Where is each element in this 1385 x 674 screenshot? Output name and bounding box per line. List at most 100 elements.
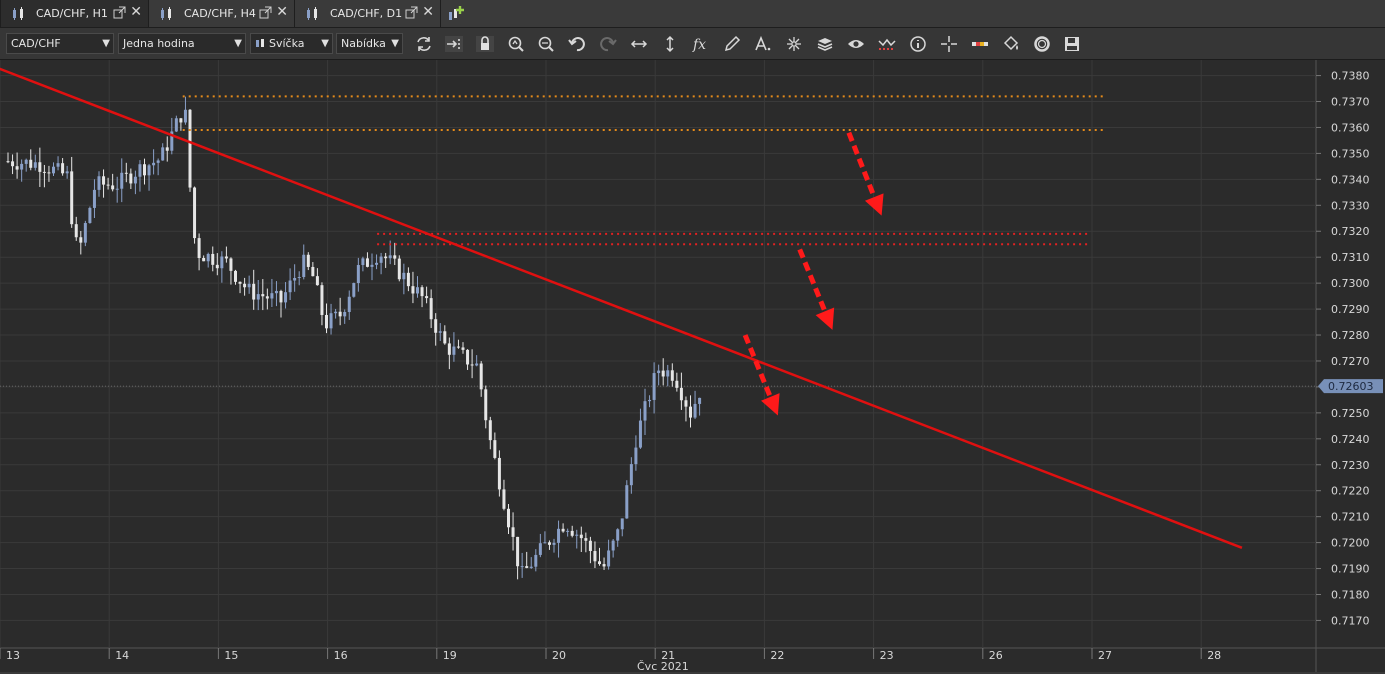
zoom-in-button[interactable]: [505, 33, 527, 55]
close-icon[interactable]: ✕: [130, 5, 142, 19]
candle-body: [525, 566, 529, 568]
candle-body: [388, 255, 392, 259]
candlestick-icon: [307, 6, 317, 20]
candle-body: [397, 258, 401, 280]
candle-body: [475, 363, 479, 366]
info-button[interactable]: [907, 33, 929, 55]
candle-body: [593, 551, 597, 562]
tab-cad-chf-h1[interactable]: CAD/CHF, H1 ✕: [0, 0, 149, 27]
cursor-button[interactable]: [938, 33, 960, 55]
candle-body: [234, 270, 237, 282]
candle-body: [602, 564, 606, 567]
save-button[interactable]: [1061, 33, 1083, 55]
zoom-out-button[interactable]: [535, 33, 557, 55]
candle-body: [557, 528, 561, 543]
price-tick-label: 0.7240: [1331, 433, 1370, 446]
candle-body: [138, 164, 142, 177]
symbol-select[interactable]: CAD/CHF ▼: [6, 33, 114, 54]
candle-body: [420, 287, 424, 297]
close-icon[interactable]: ✕: [422, 5, 434, 19]
candle-body: [42, 171, 46, 173]
candle-body: [579, 534, 583, 539]
text-tool-button[interactable]: [752, 33, 774, 55]
refresh-button[interactable]: [413, 33, 435, 55]
tab-cad-chf-h4[interactable]: CAD/CHF, H4 ✕: [149, 0, 295, 27]
price-chart[interactable]: 0.7380 0.7370 0.7360 0.7350 0.7340 0.7330 0.73…: [0, 60, 1385, 672]
undo-button[interactable]: [566, 33, 588, 55]
lock-button[interactable]: [474, 33, 496, 55]
candle-body: [652, 373, 656, 400]
candle-body: [297, 277, 301, 279]
layers-button[interactable]: [814, 33, 836, 55]
crosshair-button[interactable]: [783, 33, 805, 55]
indicators-button[interactable]: [876, 33, 898, 55]
candle-body: [429, 298, 433, 320]
date-tick-label: 13: [6, 649, 20, 662]
popout-icon[interactable]: [259, 6, 272, 19]
price-tick-label: 0.7340: [1331, 173, 1370, 186]
color-button[interactable]: [969, 33, 991, 55]
crosshair-icon: [787, 37, 801, 51]
visibility-button[interactable]: [845, 33, 867, 55]
candle-body: [65, 171, 69, 174]
eye-icon: [848, 40, 864, 48]
candlestick-icon: [256, 39, 264, 47]
horizontal-line-button[interactable]: [628, 33, 650, 55]
chart-type-select[interactable]: Svíčka ▼: [250, 33, 333, 54]
candle-body: [438, 331, 442, 333]
candle-body: [629, 464, 633, 486]
date-tick-label: 23: [880, 649, 894, 662]
candle-body: [229, 258, 233, 271]
price-tick-label: 0.7280: [1331, 329, 1370, 342]
tab-label: CAD/CHF, H4: [184, 7, 256, 20]
candle-body: [561, 528, 565, 532]
timeframe-value: Jedna hodina: [123, 37, 195, 50]
timeframe-select[interactable]: Jedna hodina ▼: [118, 33, 246, 54]
formula-button[interactable]: fx: [690, 33, 712, 55]
auto-scroll-icon: [445, 36, 463, 52]
pencil-button[interactable]: [721, 33, 743, 55]
vertical-line-button[interactable]: [659, 33, 681, 55]
date-tick-label: 16: [334, 649, 348, 662]
candle-body: [102, 176, 106, 185]
candle-body: [293, 277, 297, 281]
candle-body: [648, 399, 652, 402]
candle-body: [325, 314, 328, 329]
add-chart-icon[interactable]: [446, 4, 466, 24]
candle-body: [670, 370, 674, 381]
candle-body: [666, 370, 670, 377]
chevron-down-icon: ▼: [102, 38, 110, 49]
layers-icon: [817, 38, 833, 51]
popout-icon[interactable]: [405, 6, 418, 19]
candle-body: [416, 287, 419, 294]
info-icon: [910, 36, 926, 52]
candle-body: [124, 172, 128, 174]
tab-cad-chf-d1[interactable]: CAD/CHF, D1 ✕: [295, 0, 441, 27]
current-price-label: 0.72603: [1328, 380, 1374, 393]
candle-body: [693, 403, 697, 418]
candle-body: [15, 166, 19, 170]
candle-body: [484, 389, 488, 421]
popout-icon[interactable]: [113, 6, 126, 19]
fill-button[interactable]: [1000, 33, 1022, 55]
price-tick-label: 0.7290: [1331, 303, 1370, 316]
candle-body: [425, 296, 429, 299]
price-type-select[interactable]: Nabídka ▼: [336, 33, 403, 54]
auto-scroll-button[interactable]: [443, 33, 465, 55]
formula-fx-icon: fx: [692, 37, 706, 53]
price-type-value: Nabídka: [341, 37, 386, 50]
settings-button[interactable]: [1031, 33, 1053, 55]
price-tick-label: 0.7380: [1331, 70, 1370, 83]
candle-body: [598, 561, 601, 565]
candle-body: [274, 290, 278, 294]
settings-ring-icon: [1034, 36, 1050, 52]
candle-body: [611, 540, 615, 551]
candle-body: [516, 536, 520, 567]
close-icon[interactable]: ✕: [276, 5, 288, 19]
price-tick-label: 0.7310: [1331, 251, 1370, 264]
candle-body: [6, 161, 10, 163]
redo-button[interactable]: [597, 33, 619, 55]
price-tick-label: 0.7230: [1331, 459, 1370, 472]
candle-body: [288, 280, 292, 293]
candle-body: [47, 172, 51, 174]
